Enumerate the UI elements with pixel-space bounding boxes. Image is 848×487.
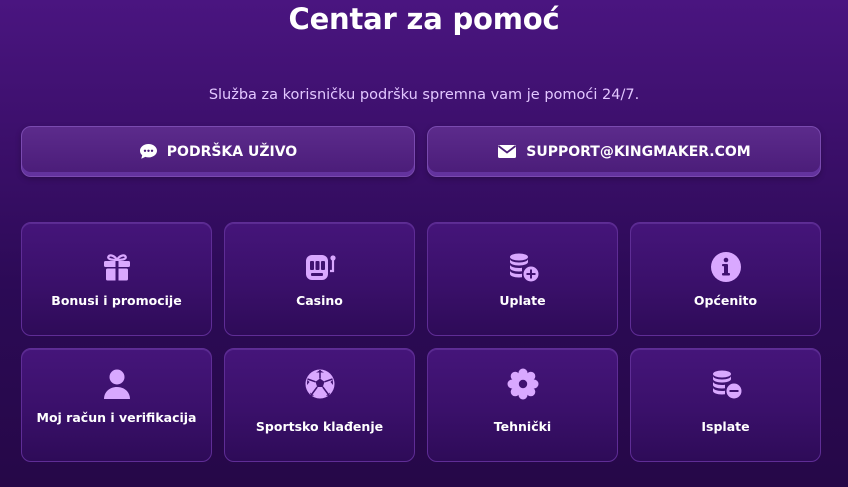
page-title: Centar za pomoć bbox=[288, 2, 560, 36]
category-account[interactable]: Moj račun i verifikacija bbox=[21, 348, 212, 462]
gear-icon bbox=[506, 367, 540, 401]
live-support-button[interactable]: PODRŠKA UŽIVO bbox=[21, 126, 415, 177]
coins-plus-icon bbox=[506, 250, 540, 284]
soccer-ball-icon bbox=[303, 367, 337, 401]
category-general[interactable]: Općenito bbox=[630, 222, 821, 336]
category-technical[interactable]: Tehnički bbox=[427, 348, 618, 462]
email-support-label: SUPPORT@KINGMAKER.COM bbox=[526, 143, 751, 160]
category-bonuses[interactable]: Bonusi i promocije bbox=[21, 222, 212, 336]
category-deposits[interactable]: Uplate bbox=[427, 222, 618, 336]
email-support-button[interactable]: SUPPORT@KINGMAKER.COM bbox=[427, 126, 821, 177]
info-icon bbox=[709, 250, 743, 284]
chat-bubble-icon bbox=[139, 143, 158, 160]
category-label: Bonusi i promocije bbox=[51, 293, 182, 308]
category-label: Uplate bbox=[499, 293, 546, 308]
category-sports-betting[interactable]: Sportsko klađenje bbox=[224, 348, 415, 462]
envelope-icon bbox=[497, 144, 517, 159]
slot-machine-icon bbox=[303, 250, 337, 284]
category-label: Općenito bbox=[693, 293, 758, 308]
category-casino[interactable]: Casino bbox=[224, 222, 415, 336]
page-subtitle: Služba za korisničku podršku spremna vam… bbox=[208, 87, 640, 103]
category-label: Tehnički bbox=[493, 419, 552, 434]
category-label: Casino bbox=[296, 293, 343, 308]
live-support-label: PODRŠKA UŽIVO bbox=[166, 143, 298, 160]
coins-minus-icon bbox=[709, 367, 743, 401]
category-withdrawals[interactable]: Isplate bbox=[630, 348, 821, 462]
category-label: Moj račun i verifikacija bbox=[36, 410, 197, 425]
user-icon bbox=[100, 367, 134, 401]
gift-icon bbox=[100, 250, 134, 284]
category-label: Isplate bbox=[701, 419, 750, 434]
category-label: Sportsko klađenje bbox=[255, 419, 384, 434]
